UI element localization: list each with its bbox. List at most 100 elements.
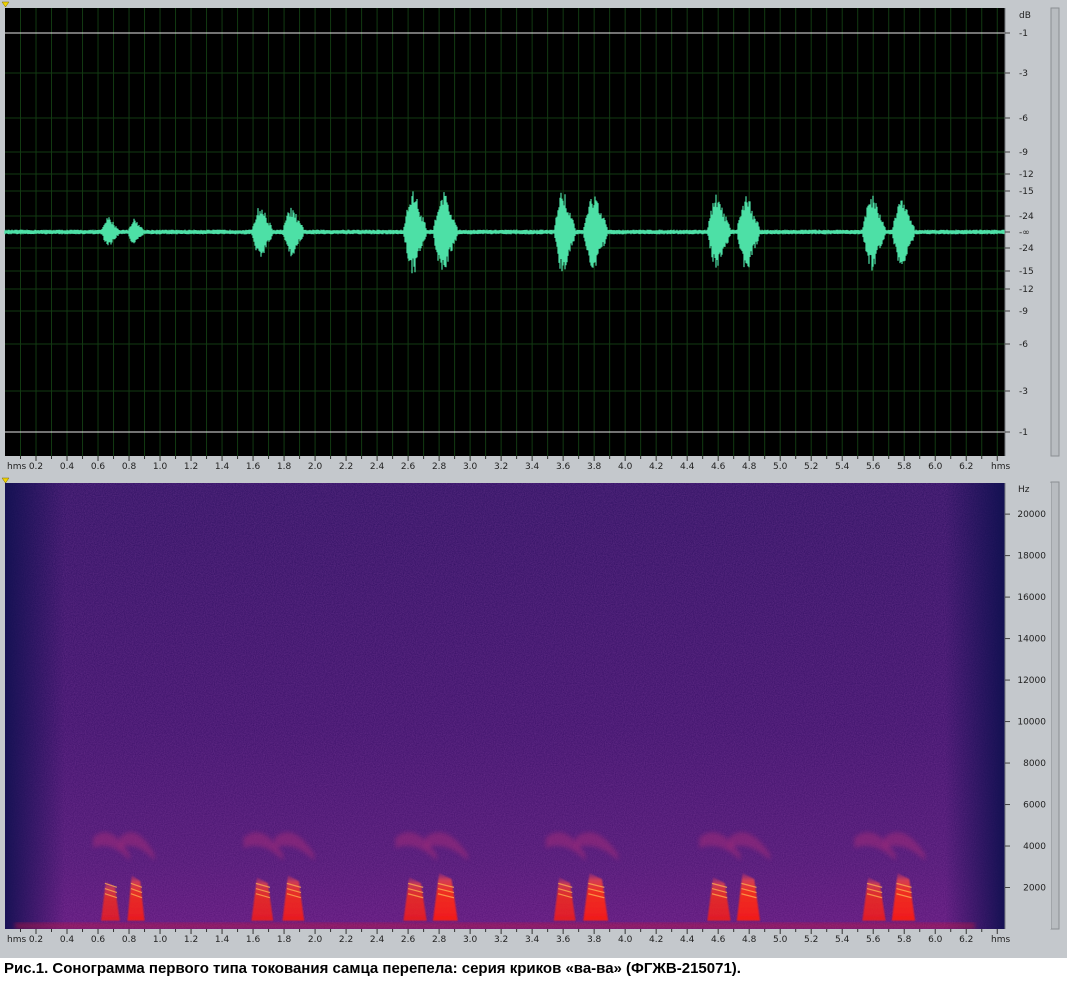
time-tick-label: 5.0 bbox=[773, 935, 788, 945]
hz-tick-label: 14000 bbox=[1017, 635, 1046, 645]
time-tick-label: 3.6 bbox=[556, 462, 571, 472]
db-axis-unit: dB bbox=[1019, 11, 1031, 21]
spectrogram-noise bbox=[5, 483, 1005, 929]
time-tick-label: 4.6 bbox=[711, 462, 726, 472]
time-tick-label: 4.6 bbox=[711, 935, 726, 945]
time-tick-label: 4.2 bbox=[649, 462, 663, 472]
db-tick-label: -12 bbox=[1019, 285, 1034, 295]
time-tick-label: 3.4 bbox=[525, 462, 540, 472]
time-tick-label: 0.2 bbox=[29, 935, 43, 945]
db-tick-label: -9 bbox=[1019, 307, 1028, 317]
time-tick-label: 2.4 bbox=[370, 935, 385, 945]
time-tick-label: 1.8 bbox=[277, 462, 292, 472]
hz-tick-label: 4000 bbox=[1023, 842, 1046, 852]
time-tick-label: 3.0 bbox=[463, 462, 478, 472]
hz-tick-label: 6000 bbox=[1023, 801, 1046, 811]
hz-tick-label: 20000 bbox=[1017, 510, 1046, 520]
time-tick-label: 2.6 bbox=[401, 935, 416, 945]
hz-tick-label: 16000 bbox=[1017, 593, 1046, 603]
time-tick-label: 0.4 bbox=[60, 462, 75, 472]
time-tick-label: 3.8 bbox=[587, 935, 602, 945]
time-tick-label: 2.4 bbox=[370, 462, 385, 472]
db-tick-label: -24 bbox=[1019, 212, 1034, 222]
time-tick-label: 1.2 bbox=[184, 462, 198, 472]
time-tick-label: 4.4 bbox=[680, 935, 695, 945]
time-tick-label: 4.0 bbox=[618, 462, 633, 472]
hz-axis-unit: Hz bbox=[1018, 485, 1030, 495]
db-tick-label: -3 bbox=[1019, 387, 1028, 397]
db-tick-label: -3 bbox=[1019, 69, 1028, 79]
time-tick-label: 1.6 bbox=[246, 462, 261, 472]
time-tick-label: 5.6 bbox=[866, 462, 881, 472]
hz-tick-label: 10000 bbox=[1017, 718, 1046, 728]
time-tick-label: 5.4 bbox=[835, 935, 850, 945]
hz-tick-label: 18000 bbox=[1017, 552, 1046, 562]
time-tick-label: 3.0 bbox=[463, 935, 478, 945]
time-tick-label: 1.0 bbox=[153, 462, 168, 472]
audio-editor-window: dB -1 -3 -6 -9 -12 -15 -24 -∞ -24 -15 -12 -9 -6 -3 -1 … bbox=[0, 0, 1067, 958]
time-tick-label: 0.4 bbox=[60, 935, 75, 945]
hz-tick-label: 2000 bbox=[1023, 884, 1046, 894]
playhead-marker-top[interactable] bbox=[1, 1, 10, 8]
time-unit-label: hms bbox=[7, 935, 26, 945]
figure-caption: Рис.1. Сонограмма первого типа токования… bbox=[4, 960, 741, 977]
time-tick-label: 3.6 bbox=[556, 935, 571, 945]
time-tick-label: 0.6 bbox=[91, 935, 106, 945]
time-tick-label: 1.8 bbox=[277, 935, 292, 945]
time-unit-label: hms bbox=[991, 935, 1010, 945]
time-tick-label: 3.8 bbox=[587, 462, 602, 472]
time-tick-label: 2.8 bbox=[432, 935, 447, 945]
time-tick-label: 5.0 bbox=[773, 462, 788, 472]
time-tick-label: 5.2 bbox=[804, 935, 818, 945]
time-tick-label: 1.4 bbox=[215, 462, 230, 472]
playhead-marker-bottom[interactable] bbox=[1, 477, 10, 484]
time-tick-label: 6.2 bbox=[959, 462, 973, 472]
time-tick-label: 4.2 bbox=[649, 935, 663, 945]
db-tick-label: -15 bbox=[1019, 267, 1034, 277]
time-unit-label: hms bbox=[991, 462, 1010, 472]
hz-tick-label: 8000 bbox=[1023, 759, 1046, 769]
db-tick-label: -∞ bbox=[1019, 228, 1030, 238]
time-tick-label: 6.2 bbox=[959, 935, 973, 945]
db-tick-label: -1 bbox=[1019, 428, 1028, 438]
time-tick-label: 4.0 bbox=[618, 935, 633, 945]
vertical-scrollbar-top[interactable] bbox=[1050, 7, 1060, 457]
time-tick-label: 6.0 bbox=[928, 462, 943, 472]
time-tick-label: 4.8 bbox=[742, 935, 757, 945]
db-tick-label: -9 bbox=[1019, 148, 1028, 158]
time-tick-label: 1.0 bbox=[153, 935, 168, 945]
time-tick-label: 3.4 bbox=[525, 935, 540, 945]
hz-tick-label: 12000 bbox=[1017, 676, 1046, 686]
time-tick-label: 2.8 bbox=[432, 462, 447, 472]
time-tick-label: 6.0 bbox=[928, 935, 943, 945]
time-tick-label: 2.2 bbox=[339, 935, 353, 945]
time-tick-label: 1.6 bbox=[246, 935, 261, 945]
db-tick-label: -15 bbox=[1019, 187, 1034, 197]
time-tick-label: 3.2 bbox=[494, 462, 508, 472]
db-tick-label: -6 bbox=[1019, 340, 1028, 350]
time-tick-label: 1.4 bbox=[215, 935, 230, 945]
time-tick-label: 5.4 bbox=[835, 462, 850, 472]
time-tick-label: 3.2 bbox=[494, 935, 508, 945]
hz-axis-panel bbox=[1005, 483, 1051, 929]
time-tick-label: 0.6 bbox=[91, 462, 106, 472]
time-tick-label: 1.2 bbox=[184, 935, 198, 945]
vertical-scrollbar-bottom[interactable] bbox=[1050, 481, 1060, 930]
time-tick-label: 4.4 bbox=[680, 462, 695, 472]
time-tick-label: 0.2 bbox=[29, 462, 43, 472]
time-tick-label: 0.8 bbox=[122, 462, 137, 472]
db-tick-label: -24 bbox=[1019, 244, 1034, 254]
time-tick-label: 5.6 bbox=[866, 935, 881, 945]
time-tick-label: 2.6 bbox=[401, 462, 416, 472]
time-tick-label: 2.0 bbox=[308, 935, 323, 945]
time-tick-label: 5.2 bbox=[804, 462, 818, 472]
audio-analysis-chart: dB -1-3-6-9-12-15-24-∞-24-15-12-9-6-3-1 … bbox=[1, 1, 1060, 947]
time-tick-label: 4.8 bbox=[742, 462, 757, 472]
db-tick-label: -1 bbox=[1019, 29, 1028, 39]
time-tick-label: 5.8 bbox=[897, 462, 912, 472]
low-frequency-band bbox=[15, 922, 975, 929]
time-tick-label: 0.8 bbox=[122, 935, 137, 945]
db-tick-label: -12 bbox=[1019, 170, 1034, 180]
time-tick-label: 2.2 bbox=[339, 462, 353, 472]
time-unit-label: hms bbox=[7, 462, 26, 472]
